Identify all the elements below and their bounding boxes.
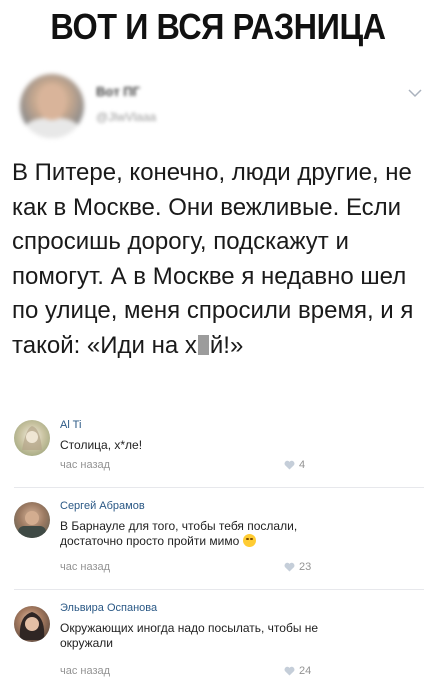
heart-icon (284, 562, 295, 572)
headline-title: ВОТ И ВСЯ РАЗНИЦА (50, 6, 386, 47)
censor-mark (197, 334, 209, 355)
commenter-avatar[interactable] (14, 502, 50, 538)
commenter-avatar[interactable] (14, 606, 50, 642)
commenter-name[interactable]: Сергей Абрамов (60, 500, 145, 512)
comment-divider (14, 589, 424, 590)
comment-time[interactable]: час назад (60, 561, 110, 573)
comment-text-content: В Барнауле для того, чтобы тебя послали,… (60, 519, 298, 548)
chevron-down-icon[interactable] (408, 88, 422, 98)
like-count: 24 (299, 665, 312, 677)
like-count: 4 (299, 459, 306, 471)
author-name[interactable]: Boт ПГ (96, 84, 140, 99)
comment-text: Столица, х*ле! (60, 438, 143, 452)
commenter-avatar[interactable] (14, 420, 50, 456)
like-button[interactable]: 23 (284, 561, 311, 573)
comment-text: Окружающих иногда надо посылать, чтобы н… (60, 621, 319, 650)
comment-time[interactable]: час назад (60, 665, 110, 677)
comment-time[interactable]: час назад (60, 459, 110, 471)
like-count: 23 (299, 561, 312, 573)
comment-divider (14, 487, 424, 488)
tweet-text-part-1: В Питере, конечно, люди другие, не как в… (12, 159, 414, 359)
tweet-text-part-2: й!» (209, 331, 244, 359)
author-avatar[interactable] (20, 74, 84, 138)
tweet-text: В Питере, конечно, люди другие, не как в… (12, 156, 424, 363)
author-handle: @JlwVlaaa (96, 110, 157, 124)
comment-text: В Барнауле для того, чтобы тебя послали,… (60, 519, 360, 549)
commenter-name[interactable]: Эльвира Оспанова (60, 602, 157, 614)
heart-icon (284, 460, 295, 470)
smiling-face-emoji-icon (242, 534, 256, 547)
commenter-name[interactable]: Al Ti (60, 419, 81, 431)
heart-icon (284, 666, 295, 676)
like-button[interactable]: 4 (284, 459, 305, 471)
tweet-header: Boт ПГ @JlwVlaaa (12, 70, 424, 140)
like-button[interactable]: 24 (284, 665, 311, 677)
